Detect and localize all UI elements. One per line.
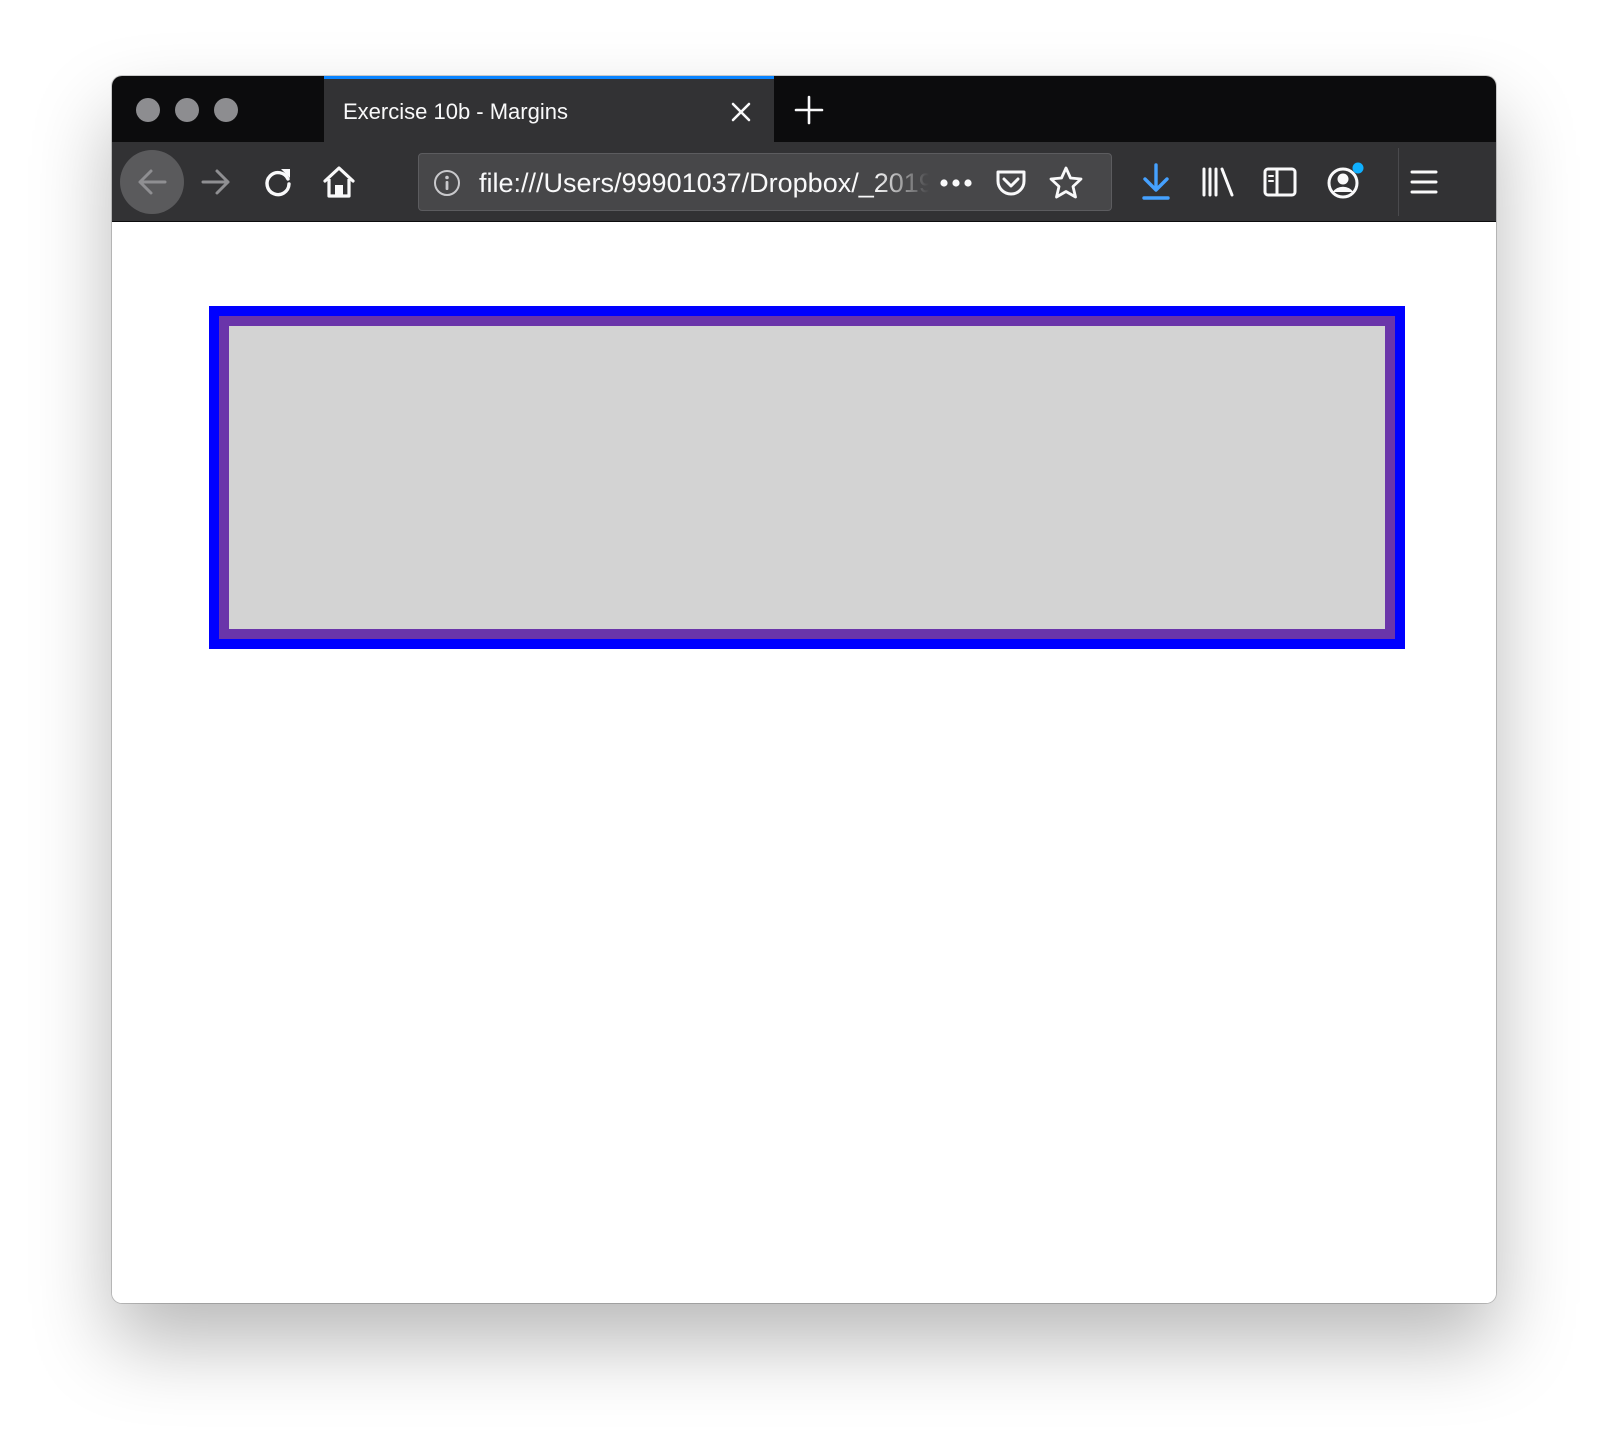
forward-button[interactable] [196,162,236,202]
pocket-icon[interactable] [993,165,1029,201]
library-button[interactable] [1196,160,1240,204]
site-info-icon[interactable] [433,169,461,197]
new-tab-icon[interactable] [793,94,825,126]
sidebar-icon [1263,167,1297,197]
browser-window: Exercise 10b - Margins file:///Users/999… [112,76,1496,1303]
page-actions-icon[interactable] [939,178,973,188]
tab-active[interactable]: Exercise 10b - Margins [324,76,774,142]
toolbar-separator [1398,148,1399,216]
back-button[interactable] [120,150,184,214]
reload-icon [265,169,291,197]
zoom-window-button[interactable] [214,98,238,122]
downloads-button[interactable] [1134,160,1178,204]
url-bar[interactable]: file:///Users/99901037/Dropbox/_2019-202… [418,153,1112,211]
library-icon [1202,167,1234,197]
close-window-button[interactable] [136,98,160,122]
forward-icon [201,169,230,195]
minimize-window-button[interactable] [175,98,199,122]
nav-toolbar: file:///Users/99901037/Dropbox/_2019-202… [112,142,1496,222]
home-button[interactable] [319,162,359,202]
menu-icon [1410,170,1438,194]
close-tab-icon[interactable] [728,99,754,125]
page-content [112,222,1496,1303]
bookmark-star-icon[interactable] [1047,164,1085,202]
url-text[interactable]: file:///Users/99901037/Dropbox/_2019-202… [479,168,929,199]
outer-bordered-box [209,306,1405,649]
back-icon [138,169,167,195]
tab-title: Exercise 10b - Margins [343,99,568,124]
sidebar-button[interactable] [1258,160,1302,204]
inner-gray-box [229,326,1385,629]
home-icon [323,166,355,198]
account-icon [1327,162,1364,199]
account-button[interactable] [1320,156,1370,206]
notification-dot-icon [1352,162,1364,174]
title-bar: Exercise 10b - Margins [112,76,1496,142]
downloads-icon [1142,163,1170,200]
menu-button[interactable] [1402,160,1446,204]
reload-button[interactable] [258,162,298,202]
